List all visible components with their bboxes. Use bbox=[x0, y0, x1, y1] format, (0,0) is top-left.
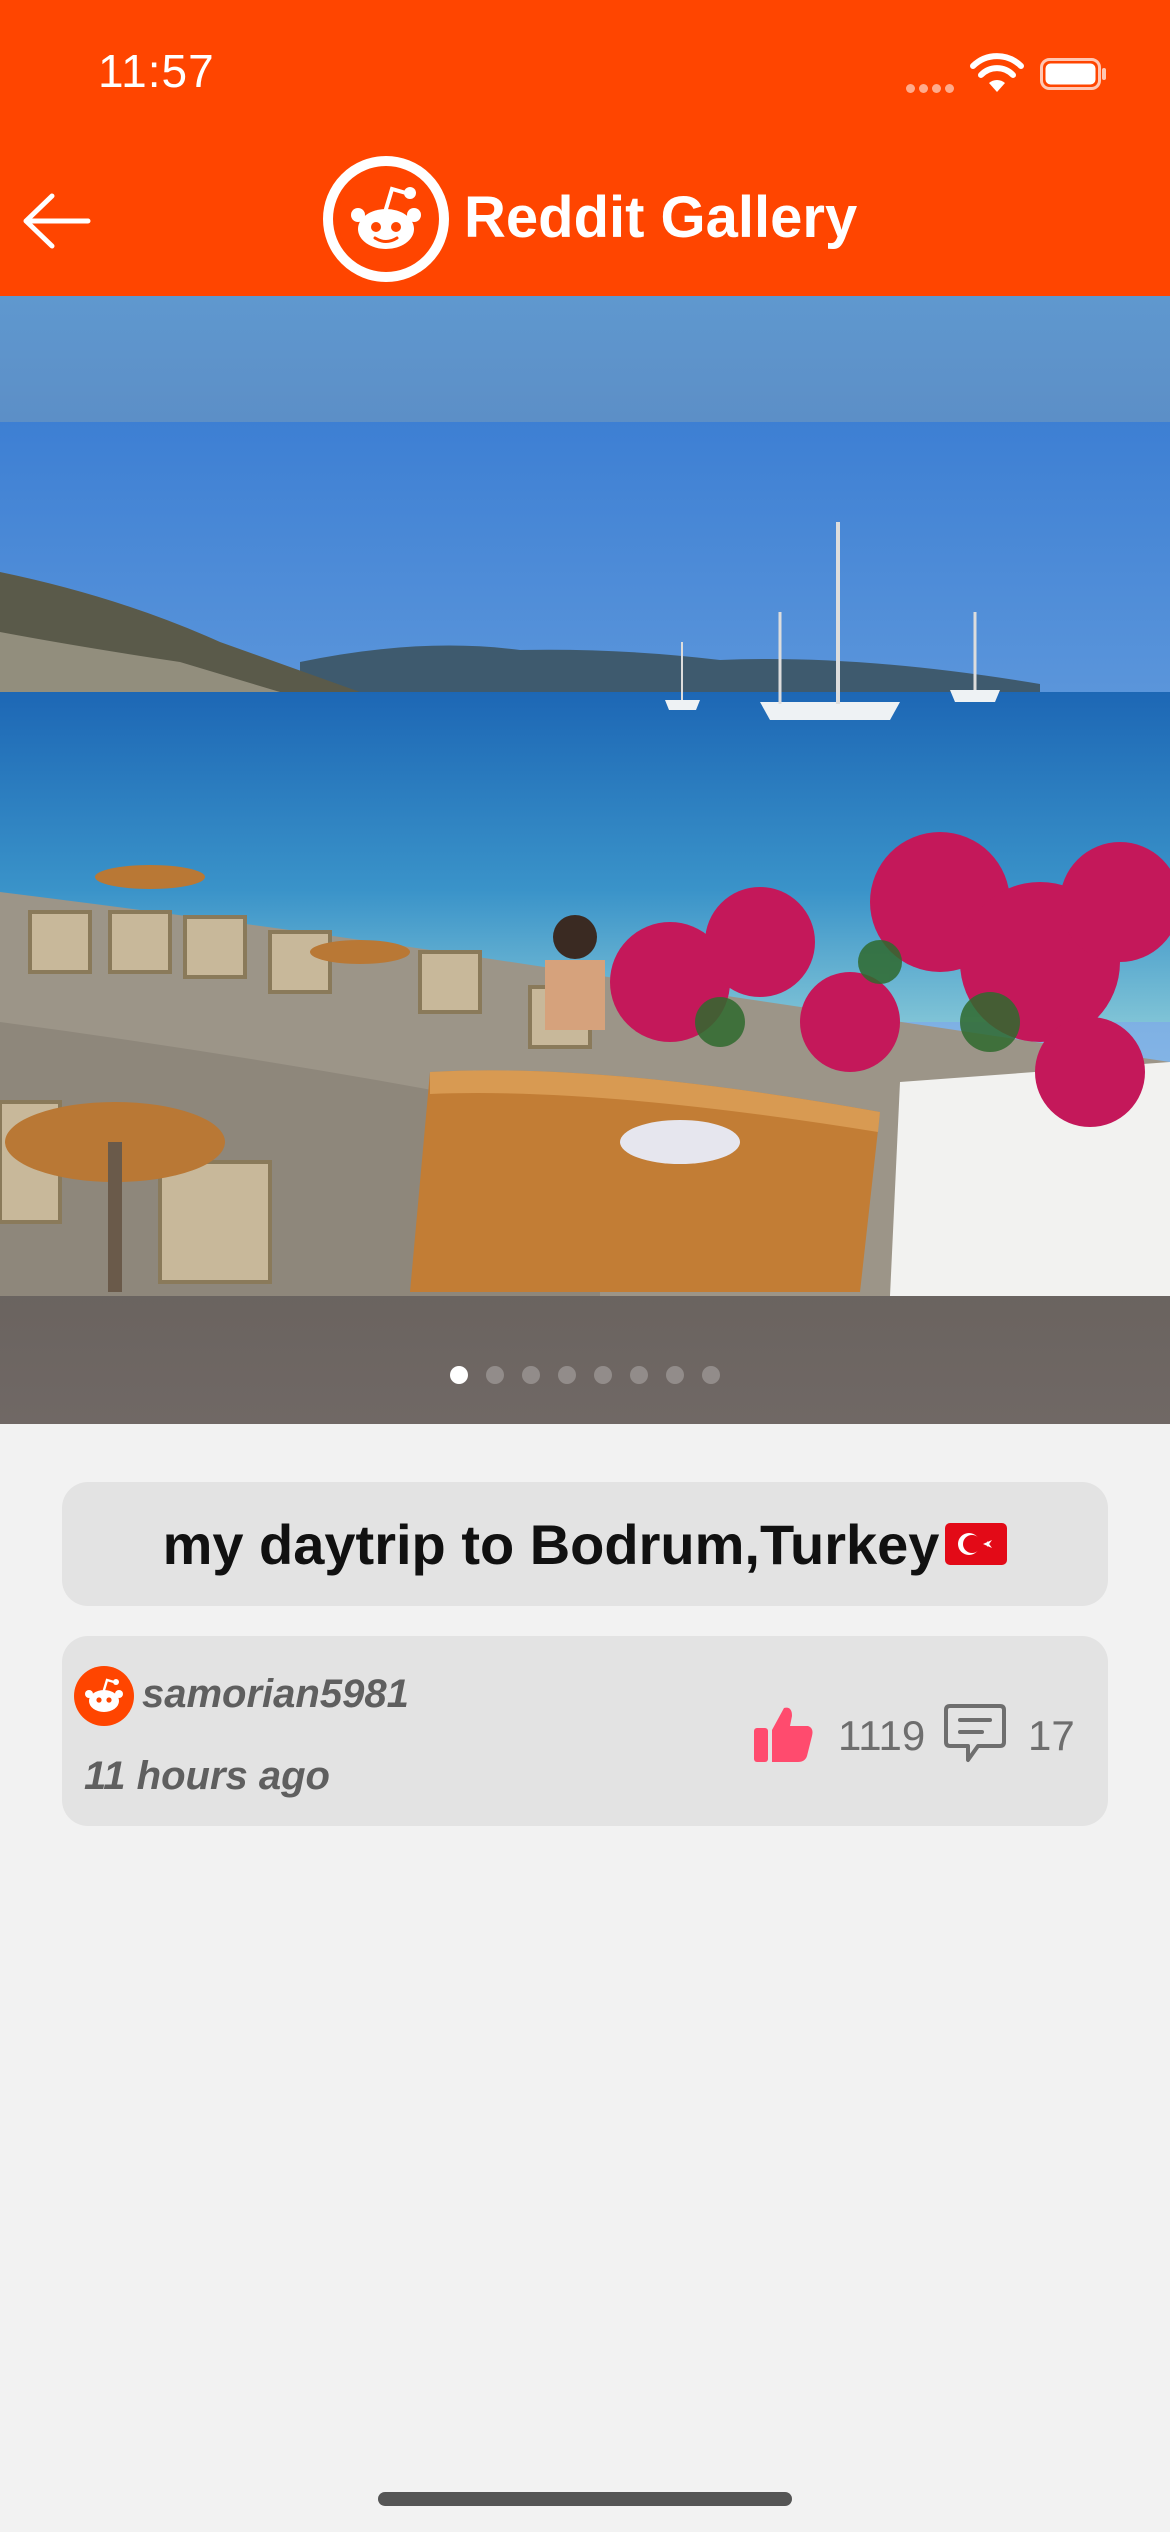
page-dot[interactable] bbox=[666, 1366, 684, 1384]
image-gallery[interactable] bbox=[0, 296, 1170, 1424]
thumbs-up-icon[interactable] bbox=[752, 1702, 816, 1766]
post-time: 11 hours ago bbox=[84, 1754, 330, 1798]
cellular-signal-icon bbox=[906, 80, 962, 93]
post-title: my daytrip to Bodrum,Turkey bbox=[162, 1512, 940, 1576]
like-count: 1119 bbox=[838, 1712, 926, 1759]
page-dot[interactable] bbox=[522, 1366, 540, 1384]
post-meta-card: samorian5981 11 hours ago 1119 17 bbox=[62, 1636, 1108, 1826]
home-indicator[interactable] bbox=[378, 2492, 792, 2506]
back-arrow-icon[interactable] bbox=[18, 186, 94, 256]
reddit-logo-icon bbox=[323, 156, 449, 282]
battery-icon bbox=[1040, 58, 1106, 90]
post-title-card: my daytrip to Bodrum,Turkey bbox=[62, 1482, 1108, 1606]
turkey-flag-icon bbox=[945, 1523, 1008, 1565]
page-dot[interactable] bbox=[486, 1366, 504, 1384]
app-title: Reddit Gallery bbox=[464, 185, 858, 250]
page-dot[interactable] bbox=[630, 1366, 648, 1384]
page-dot[interactable] bbox=[702, 1366, 720, 1384]
gallery-photo[interactable] bbox=[0, 422, 1170, 1296]
page-dot[interactable] bbox=[450, 1366, 468, 1384]
comment-icon[interactable] bbox=[942, 1702, 1008, 1764]
app-header: 11:57 Reddit Gallery bbox=[0, 0, 1170, 296]
post-author[interactable]: samorian5981 bbox=[142, 1672, 409, 1717]
wifi-icon bbox=[970, 53, 1024, 92]
user-avatar-icon[interactable] bbox=[74, 1666, 134, 1726]
status-time: 11:57 bbox=[98, 45, 215, 97]
comment-count: 17 bbox=[1028, 1712, 1075, 1759]
page-dot[interactable] bbox=[558, 1366, 576, 1384]
page-dot[interactable] bbox=[594, 1366, 612, 1384]
page-indicator[interactable] bbox=[0, 1366, 1170, 1384]
